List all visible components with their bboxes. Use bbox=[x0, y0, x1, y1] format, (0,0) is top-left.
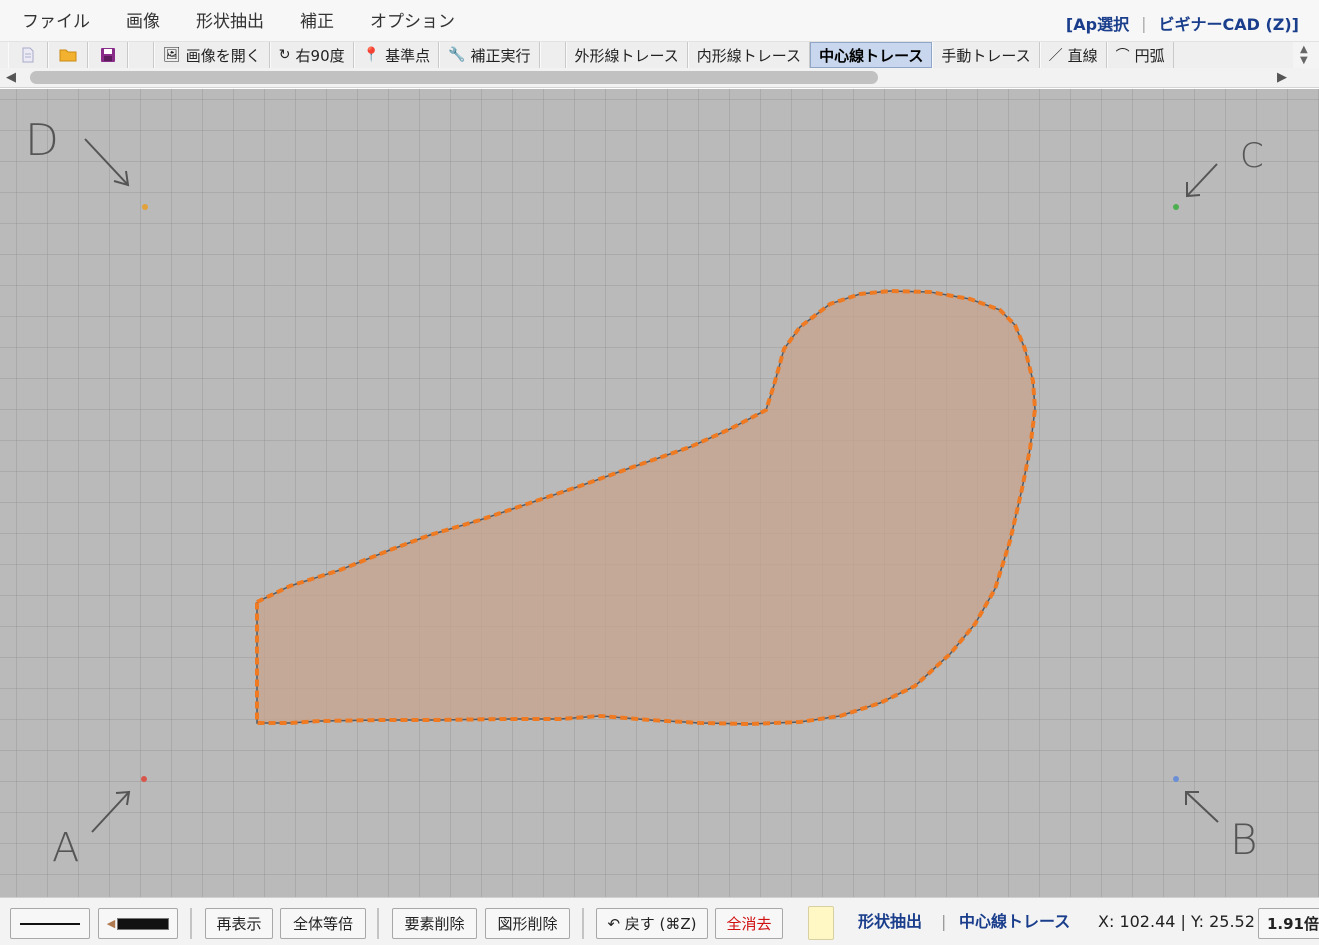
menu-image[interactable]: 画像 bbox=[126, 10, 160, 34]
line-width-arrow-icon: ◀ bbox=[106, 917, 116, 930]
reference-point-label: 基準点 bbox=[385, 46, 431, 65]
corner-label-c: C bbox=[1240, 136, 1264, 176]
outer-trace-button[interactable]: 外形線トレース bbox=[565, 42, 688, 68]
manual-trace-button[interactable]: 手動トレース bbox=[932, 42, 1040, 68]
save-button[interactable] bbox=[88, 42, 128, 68]
open-folder-button[interactable] bbox=[48, 42, 88, 68]
open-image-button[interactable]: 🖼 画像を開く bbox=[154, 42, 270, 68]
bottom-toolbar: ◀ 再表示 全体等倍 要素削除 図形削除 ↶ 戻す (⌘Z) 全消去 形状抽出 … bbox=[0, 897, 1319, 945]
line-style-selector[interactable] bbox=[10, 908, 90, 939]
menu-options[interactable]: オプション bbox=[370, 10, 455, 34]
rotate-right-button[interactable]: ↻ 右90度 bbox=[269, 42, 354, 68]
run-correction-label: 補正実行 bbox=[470, 46, 531, 65]
traced-shape-fill[interactable] bbox=[257, 291, 1035, 724]
arc-label: 円弧 bbox=[1134, 46, 1165, 65]
manual-trace-label: 手動トレース bbox=[941, 46, 1031, 65]
corner-label-b: B bbox=[1230, 815, 1258, 864]
line-style-preview bbox=[20, 922, 80, 925]
rotate-right-label: 右90度 bbox=[295, 46, 345, 65]
open-image-label: 画像を開く bbox=[185, 46, 261, 65]
color-swatch[interactable] bbox=[808, 906, 834, 940]
menu-shape-extract[interactable]: 形状抽出 bbox=[196, 10, 264, 34]
menu-file[interactable]: ファイル bbox=[22, 10, 90, 34]
delete-shape-button[interactable]: 図形削除 bbox=[485, 908, 570, 939]
toolbar-hscrollbar[interactable]: ◀ ▶ bbox=[0, 68, 1319, 88]
new-file-button[interactable] bbox=[8, 42, 48, 68]
toolbar-divider-2 bbox=[377, 908, 379, 939]
toolbar-spacer-2 bbox=[539, 42, 566, 68]
line-icon: ／ bbox=[1048, 48, 1063, 64]
cursor-coordinates: X: 102.44 | Y: 25.52 bbox=[1098, 912, 1255, 931]
line-label: 直線 bbox=[1067, 46, 1098, 65]
pin-icon: 📍 bbox=[362, 47, 381, 63]
status-separator: | bbox=[941, 912, 947, 931]
toolbar-spacer bbox=[128, 42, 154, 68]
rotate-icon: ↻ bbox=[278, 47, 291, 63]
marker-b[interactable] bbox=[1173, 776, 1179, 782]
zoom-level[interactable]: 1.91倍 bbox=[1258, 908, 1319, 939]
reference-point-button[interactable]: 📍 基準点 bbox=[353, 42, 440, 68]
redisplay-button[interactable]: 再表示 bbox=[205, 908, 273, 939]
save-icon bbox=[101, 48, 115, 62]
arc-icon: ⌒ bbox=[1115, 48, 1130, 64]
scroll-left-icon[interactable]: ◀ bbox=[6, 70, 16, 85]
beginner-cad-link[interactable]: ビギナーCAD (Z)] bbox=[1158, 11, 1299, 35]
menu-list: ファイル 画像 形状抽出 補正 オプション bbox=[10, 10, 479, 34]
handwritten-arrow-c bbox=[1186, 163, 1218, 198]
marker-d[interactable] bbox=[142, 204, 148, 210]
fit-all-button[interactable]: 全体等倍 bbox=[280, 908, 366, 939]
status-mode: 形状抽出 bbox=[858, 912, 923, 931]
toolbar-divider-1 bbox=[190, 908, 192, 939]
status-submode: 中心線トレース bbox=[959, 912, 1071, 931]
scroll-right-icon[interactable]: ▶ bbox=[1277, 70, 1287, 85]
handwritten-arrow-d bbox=[84, 138, 130, 187]
wrench-icon: 🔧 bbox=[448, 47, 466, 63]
run-correction-button[interactable]: 🔧 補正実行 bbox=[439, 42, 540, 68]
line-width-selector[interactable]: ◀ bbox=[98, 908, 178, 939]
line-button[interactable]: ／ 直線 bbox=[1039, 42, 1107, 68]
corner-label-a: A bbox=[52, 825, 79, 871]
marker-a[interactable] bbox=[141, 776, 147, 782]
toolbar-divider-3 bbox=[582, 908, 584, 939]
undo-button[interactable]: ↶ 戻す (⌘Z) bbox=[596, 908, 708, 939]
trace-overlay: D C A B bbox=[25, 115, 1264, 871]
handwritten-arrow-b bbox=[1185, 791, 1219, 823]
mode-separator: | bbox=[1141, 13, 1147, 33]
outer-trace-label: 外形線トレース bbox=[574, 46, 679, 65]
toolbar: 🖼 画像を開く ↻ 右90度 📍 基準点 🔧 補正実行 外形線トレース 内形線ト… bbox=[0, 42, 1319, 68]
center-trace-label: 中心線トレース bbox=[819, 46, 924, 65]
inner-trace-label: 内形線トレース bbox=[696, 46, 802, 65]
ap-select-link[interactable]: [Ap選択 bbox=[1066, 11, 1129, 35]
inner-trace-button[interactable]: 内形線トレース bbox=[687, 42, 811, 68]
scroll-up-icon[interactable]: ▲ bbox=[1300, 44, 1308, 55]
folder-icon bbox=[59, 49, 77, 62]
mode-indicator: [Ap選択 | ビギナーCAD (Z)] bbox=[1066, 11, 1299, 35]
corner-label-d: D bbox=[25, 115, 59, 166]
delete-element-button[interactable]: 要素削除 bbox=[392, 908, 477, 939]
toolbar-scroll[interactable]: ▲ ▼ bbox=[1293, 42, 1319, 68]
marker-c[interactable] bbox=[1173, 204, 1179, 210]
menu-correction[interactable]: 補正 bbox=[300, 10, 334, 34]
handwritten-arrow-a bbox=[91, 790, 131, 833]
clear-all-button[interactable]: 全消去 bbox=[715, 908, 783, 939]
scroll-thumb[interactable] bbox=[30, 71, 878, 84]
menubar: ファイル 画像 形状抽出 補正 オプション [Ap選択 | ビギナーCAD (Z… bbox=[0, 0, 1319, 42]
arc-button[interactable]: ⌒ 円弧 bbox=[1106, 42, 1174, 68]
image-canvas[interactable]: D C A B bbox=[0, 89, 1319, 897]
new-file-icon bbox=[22, 47, 34, 63]
line-width-preview bbox=[117, 917, 170, 930]
scroll-down-icon[interactable]: ▼ bbox=[1300, 55, 1308, 66]
center-trace-button[interactable]: 中心線トレース bbox=[810, 42, 933, 68]
image-icon: 🖼 bbox=[163, 47, 181, 63]
